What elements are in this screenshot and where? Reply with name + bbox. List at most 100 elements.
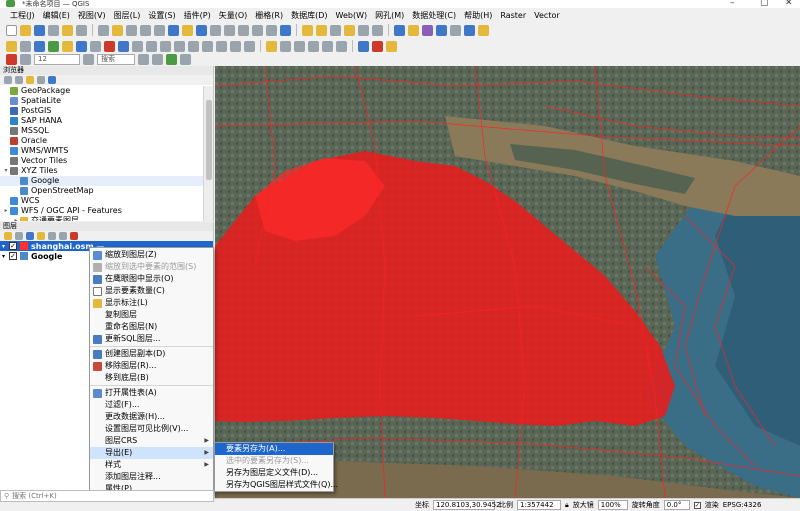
move-label-icon[interactable]	[308, 40, 319, 52]
expand-arrow-icon[interactable]: ▾	[2, 253, 9, 260]
expand-arrow-icon[interactable]: ▸	[12, 216, 20, 221]
context-menu-item[interactable]: 导出(E) ▶	[90, 447, 213, 459]
browser-item[interactable]: WCS	[0, 196, 203, 206]
export-submenu-item[interactable]: 要素另存为(A)...	[215, 443, 333, 455]
add-vector-layer-icon[interactable]	[48, 40, 59, 52]
collapse-all-layers-icon[interactable]	[59, 232, 67, 240]
style-panel-icon[interactable]	[4, 232, 12, 240]
menu-item[interactable]: 工程(J)	[6, 10, 39, 21]
add-mesh-icon[interactable]	[76, 40, 87, 52]
select-features-icon[interactable]	[316, 24, 327, 36]
add-selected-layers-icon[interactable]	[15, 76, 23, 84]
context-menu-item[interactable]: 缩放到图层(Z)	[90, 249, 213, 261]
menu-item[interactable]: 图层(L)	[110, 10, 145, 21]
rotate-label-icon[interactable]	[322, 40, 333, 52]
browser-scroll-thumb[interactable]	[206, 100, 212, 180]
manage-visibility-icon[interactable]	[26, 232, 34, 240]
add-point-cloud-icon[interactable]	[132, 40, 143, 52]
stack-icon[interactable]	[180, 54, 191, 65]
undo-icon[interactable]	[230, 40, 241, 52]
refresh-icon[interactable]	[280, 24, 291, 36]
add-delimited-icon[interactable]	[90, 40, 101, 52]
filter-legend-icon[interactable]	[37, 232, 45, 240]
move-feature-icon[interactable]	[160, 40, 171, 52]
pan-to-selection-icon[interactable]	[112, 24, 123, 36]
zoom-out-icon[interactable]	[140, 24, 151, 36]
show-hide-label-icon[interactable]	[294, 40, 305, 52]
browser-item[interactable]: WMS/WMTS	[0, 146, 203, 156]
menu-item[interactable]: Web(W)	[332, 11, 372, 20]
pan-icon[interactable]	[98, 24, 109, 36]
menu-item[interactable]: 插件(P)	[180, 10, 215, 21]
zoom-next-icon[interactable]	[238, 24, 249, 36]
expand-all-icon[interactable]	[48, 232, 56, 240]
locator-search-input[interactable]	[12, 491, 193, 501]
toolbox-icon[interactable]	[450, 24, 461, 36]
python-console-icon[interactable]	[464, 24, 475, 36]
refresh-browser-icon[interactable]	[4, 76, 12, 84]
zoom-to-layer-icon[interactable]	[196, 24, 207, 36]
menu-item[interactable]: 数据处理(C)	[408, 10, 460, 21]
coord-field[interactable]: 120.8103,30.9452	[433, 500, 501, 510]
add-wms-icon[interactable]	[104, 40, 115, 52]
menu-item[interactable]: 编辑(E)	[39, 10, 74, 21]
crs-button[interactable]: EPSG:4326	[723, 501, 762, 509]
map-tips-icon[interactable]	[408, 24, 419, 36]
filter-browser-icon[interactable]	[26, 76, 34, 84]
layer-visibility-checkbox[interactable]: ✓	[9, 242, 17, 250]
deselect-icon[interactable]	[330, 24, 341, 36]
magnifier-field[interactable]: 100%	[597, 500, 628, 510]
font-size-combo[interactable]: 12	[34, 54, 80, 65]
delete-selected-icon[interactable]	[174, 40, 185, 52]
copy-icon[interactable]	[202, 40, 213, 52]
text-format-icon[interactable]	[83, 54, 94, 65]
menu-item[interactable]: 网孔(M)	[371, 10, 408, 21]
digitize-icon[interactable]	[34, 40, 45, 52]
edit-pencil-icon[interactable]	[6, 40, 17, 52]
open-project-icon[interactable]	[20, 24, 31, 36]
statistics-icon[interactable]	[358, 24, 369, 36]
browser-item[interactable]: MSSQL	[0, 126, 203, 136]
layout-manager-icon[interactable]	[76, 24, 87, 36]
add-wfs-icon[interactable]	[118, 40, 129, 52]
browser-item[interactable]: ▾ XYZ Tiles	[0, 166, 203, 176]
lock-icon[interactable]: 🔒︎	[565, 501, 569, 510]
context-menu-item[interactable]: 图层CRS ▶	[90, 435, 213, 447]
browser-item[interactable]: SAP HANA	[0, 116, 203, 126]
expand-arrow-icon[interactable]: ▾	[2, 166, 10, 176]
save-project-icon[interactable]	[34, 24, 45, 36]
zoom-to-selection-icon[interactable]	[182, 24, 193, 36]
expand-arrow-icon[interactable]: ▸	[2, 206, 10, 216]
plugin2-icon[interactable]	[372, 40, 383, 52]
annotation-icon[interactable]	[422, 24, 433, 36]
vertex-tool-icon[interactable]	[146, 40, 157, 52]
plugin-icon[interactable]	[358, 40, 369, 52]
browser-item[interactable]: ▸ WFS / OGC API - Features	[0, 206, 203, 216]
cut-icon[interactable]	[188, 40, 199, 52]
field-calculator-icon[interactable]	[344, 24, 355, 36]
zoom-native-icon[interactable]	[210, 24, 221, 36]
context-menu-item[interactable]: 过滤(F)...	[90, 399, 213, 411]
export-submenu-item[interactable]: 另存为图层定义文件(D)...	[215, 467, 333, 479]
browser-scrollbar[interactable]	[203, 86, 213, 221]
info-icon[interactable]	[48, 76, 56, 84]
map-canvas[interactable]	[215, 66, 800, 498]
browser-item[interactable]: PostGIS	[0, 106, 203, 116]
browser-item[interactable]: Google	[0, 176, 203, 186]
menu-item[interactable]: 设置(S)	[144, 10, 179, 21]
new-layout-icon[interactable]	[62, 24, 73, 36]
grid-icon[interactable]	[138, 54, 149, 65]
change-label-icon[interactable]	[336, 40, 347, 52]
redo-icon[interactable]	[244, 40, 255, 52]
close-icon[interactable]: ✕	[785, 0, 793, 8]
menu-item[interactable]: Vector	[530, 11, 564, 20]
maximize-icon[interactable]: ▢	[760, 0, 769, 8]
new-project-icon[interactable]	[6, 24, 17, 36]
expand-arrow-icon[interactable]: ▾	[2, 243, 9, 250]
context-menu-item[interactable]: 添加图层注释...	[90, 471, 213, 483]
browser-item[interactable]: ▸ 交通要素图层	[0, 216, 203, 221]
context-menu-item[interactable]: 显示要素数量(C)	[90, 285, 213, 297]
locator-search-bar[interactable]: ⚲	[0, 490, 214, 502]
browser-item[interactable]: Vector Tiles	[0, 156, 203, 166]
scale-combo[interactable]: 1:357442	[517, 500, 561, 510]
